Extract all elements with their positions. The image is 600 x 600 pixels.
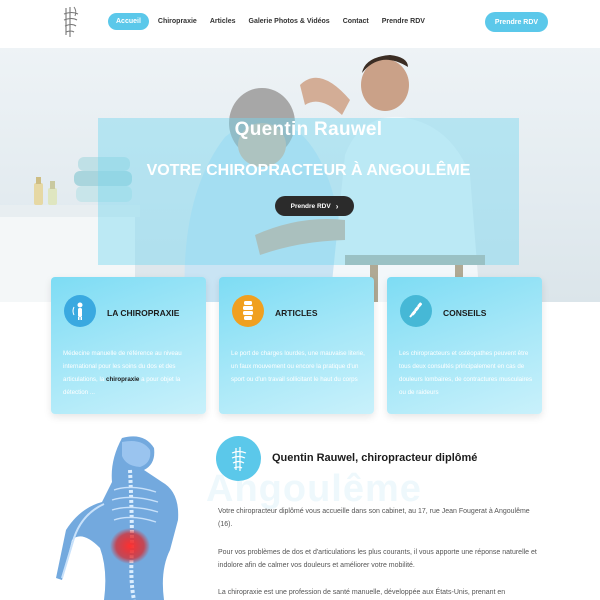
vertebra-icon: [400, 295, 432, 327]
card-conseils[interactable]: CONSEILS Les chiropracteurs et ostéopath…: [387, 277, 542, 414]
card-text: Médecine manuelle de référence au niveau…: [63, 347, 203, 399]
nav-prendre-rdv[interactable]: Prendre RDV: [376, 13, 431, 30]
spine-logo-icon: [216, 436, 261, 481]
hero-rdv-button[interactable]: Prendre RDV ›: [275, 196, 354, 216]
card-title: ARTICLES: [275, 308, 318, 318]
card-text-bold: chiropraxie: [106, 376, 140, 383]
nav-chiropraxie[interactable]: Chiropraxie: [152, 13, 203, 30]
skeleton-image: [56, 436, 179, 600]
chevron-right-icon: ›: [335, 201, 339, 211]
nav-accueil[interactable]: Accueil: [108, 13, 149, 30]
hero-rdv-label: Prendre RDV: [290, 202, 331, 210]
about-title: Quentin Rauwel, chiropracteur diplômé: [272, 452, 478, 464]
nav-contact[interactable]: Contact: [337, 13, 375, 30]
about-paragraph: Votre chiropracteur diplômé vous accueil…: [218, 508, 530, 528]
site-header: Accueil Chiropraxie Articles Galerie Pho…: [0, 0, 600, 45]
header-rdv-button[interactable]: Prendre RDV: [485, 12, 548, 32]
logo-icon[interactable]: [60, 5, 82, 39]
hero-banner: Quentin Rauwel VOTRE CHIROPRACTEUR À ANG…: [0, 45, 600, 302]
nav-articles[interactable]: Articles: [204, 13, 242, 30]
card-text: Les chiropracteurs et ostéopathes peuven…: [399, 350, 533, 396]
page: Accueil Chiropraxie Articles Galerie Pho…: [0, 0, 600, 600]
main-nav: Accueil Chiropraxie Articles Galerie Pho…: [108, 13, 432, 30]
nav-galerie[interactable]: Galerie Photos & Vidéos: [243, 13, 336, 30]
about-paragraph: Pour vos problèmes de dos et d'articulat…: [218, 549, 537, 569]
spine-icon: [232, 295, 264, 327]
about-paragraph: La chiropraxie est une profession de san…: [218, 589, 506, 596]
hero-title: VOTRE CHIROPRACTEUR À ANGOULÊME: [146, 162, 471, 179]
card-text: Le port de charges lourdes, une mauvaise…: [231, 350, 365, 383]
posture-icon: [64, 295, 96, 327]
hero-name: Quentin Rauwel: [234, 119, 383, 140]
card-title: CONSEILS: [443, 308, 487, 318]
card-articles[interactable]: ARTICLES Le port de charges lourdes, une…: [219, 277, 374, 414]
card-title: LA CHIROPRAXIE: [107, 308, 180, 318]
card-chiropraxie[interactable]: LA CHIROPRAXIE Médecine manuelle de réfé…: [51, 277, 206, 414]
